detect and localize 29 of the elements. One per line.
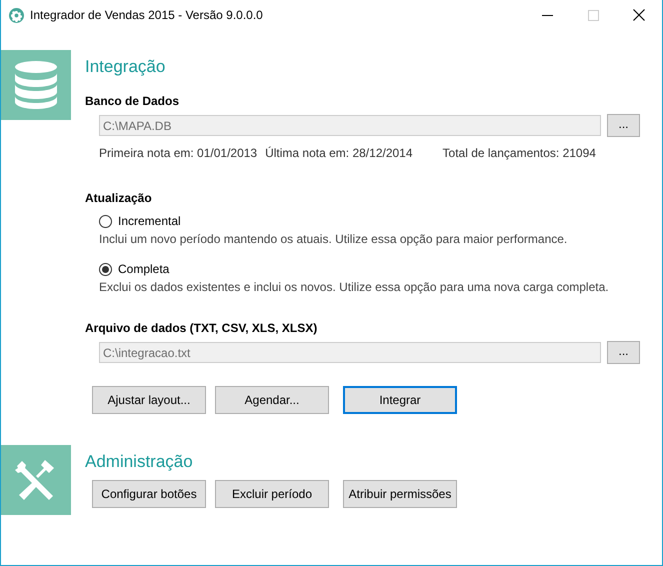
- close-icon[interactable]: [633, 9, 645, 21]
- info-text: Total de lançamentos: 21094: [442, 146, 596, 160]
- path-field[interactable]: C:\MAPA.DB: [99, 115, 601, 136]
- info-text: Última nota em: 28/12/2014: [265, 146, 413, 160]
- action-button[interactable]: Configurar botões: [92, 480, 206, 508]
- field-label: Atualização: [85, 190, 153, 206]
- section-title: Administração: [85, 451, 194, 473]
- browse-button[interactable]: ...: [607, 341, 640, 364]
- browse-button[interactable]: ...: [607, 114, 640, 137]
- database-icon: [14, 61, 58, 109]
- action-button[interactable]: Atribuir permissões: [343, 480, 457, 508]
- option-description: Exclui os dados existentes e inclui os novos. Utilize essa opção para uma nova carga completa.: [99, 280, 610, 294]
- radio-label[interactable]: Incremental: [118, 214, 181, 228]
- action-button[interactable]: Agendar...: [215, 386, 329, 414]
- info-text: Primeira nota em: 01/01/2013: [99, 146, 258, 160]
- action-button[interactable]: Integrar: [343, 386, 457, 414]
- radio-label[interactable]: Completa: [118, 262, 170, 276]
- radio-button[interactable]: [99, 262, 112, 276]
- minimize-icon[interactable]: [542, 14, 552, 16]
- field-label: Banco de Dados: [85, 93, 180, 109]
- option-description: Inclui um novo período mantendo os atuais. Utilize essa opção para maior performance.: [99, 232, 568, 246]
- action-button[interactable]: Excluir período: [215, 480, 329, 508]
- section-title: Integração: [85, 56, 166, 78]
- window-title: Integrador de Vendas 2015 - Versão 9.0.0.0: [30, 8, 264, 22]
- field-label: Arquivo de dados (TXT, CSV, XLS, XLSX): [85, 320, 318, 336]
- action-button[interactable]: Ajustar layout...: [92, 386, 206, 414]
- radio-button[interactable]: [99, 214, 112, 228]
- path-field[interactable]: C:\integracao.txt: [99, 342, 601, 363]
- gear-icon: [9, 8, 24, 22]
